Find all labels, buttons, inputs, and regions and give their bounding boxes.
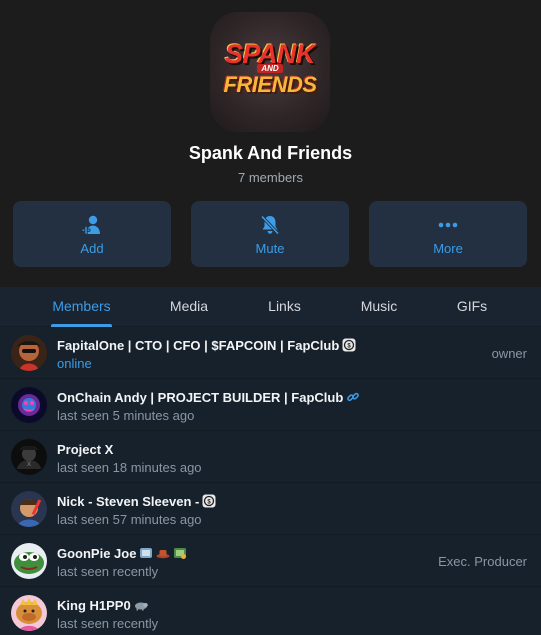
member-row[interactable]: X Project X last seen 18 minutes ago xyxy=(0,431,541,483)
mute-button[interactable]: Mute xyxy=(191,201,349,267)
member-role: owner xyxy=(491,346,527,361)
tab-members[interactable]: Members xyxy=(51,287,112,327)
more-button-label: More xyxy=(433,241,463,256)
member-name: King H1PP0 xyxy=(57,598,148,615)
tab-links[interactable]: Links xyxy=(266,287,303,327)
member-role: Exec. Producer xyxy=(438,554,527,569)
member-name: FapitalOne | CTO | CFO | $FAPCOIN | FapC… xyxy=(57,338,356,355)
hat-badge-icon xyxy=(156,546,170,563)
fapcoin-badge-icon: $ xyxy=(342,338,356,355)
tab-media[interactable]: Media xyxy=(166,287,212,327)
avatar: X xyxy=(11,439,47,475)
group-title: Spank And Friends xyxy=(188,143,353,163)
member-status: last seen 5 minutes ago xyxy=(57,408,195,423)
member-status: online xyxy=(57,356,92,371)
member-name: GoonPie Joe xyxy=(57,546,187,563)
add-button[interactable]: Add xyxy=(13,201,171,267)
tab-gifs[interactable]: GIFs xyxy=(456,287,488,327)
member-status: last seen 18 minutes ago xyxy=(57,460,202,475)
member-status: last seen 57 minutes ago xyxy=(57,512,202,527)
avatar xyxy=(11,335,47,371)
member-row[interactable]: King H1PP0 last seen recently xyxy=(0,587,541,635)
mute-button-label: Mute xyxy=(255,241,285,256)
group-header: SPANK AND FRIENDS Spank And Friends 7 me… xyxy=(0,0,541,287)
tab-music[interactable]: Music xyxy=(358,287,400,327)
svg-text:X: X xyxy=(27,462,31,468)
cash-badge-icon xyxy=(173,546,187,563)
member-row[interactable]: OnChain Andy | PROJECT BUILDER | FapClub… xyxy=(0,379,541,431)
member-list: FapitalOne | CTO | CFO | $FAPCOIN | FapC… xyxy=(0,327,541,635)
avatar xyxy=(11,387,47,423)
avatar xyxy=(11,595,47,631)
tab-bar: Members Media Links Music GIFs xyxy=(0,287,541,327)
member-status: last seen recently xyxy=(57,616,159,631)
avatar xyxy=(11,491,47,527)
link-icon xyxy=(346,390,360,407)
logo-text-friends: FRIENDS xyxy=(223,72,317,97)
member-row[interactable]: Nick - Steven Sleeven - $ last seen 57 mi… xyxy=(0,483,541,535)
member-status: last seen recently xyxy=(57,564,159,579)
hippo-icon xyxy=(134,598,148,615)
add-button-label: Add xyxy=(80,241,104,256)
more-dots-icon xyxy=(369,214,527,236)
more-button[interactable]: More xyxy=(369,201,527,267)
member-row[interactable]: FapitalOne | CTO | CFO | $FAPCOIN | FapC… xyxy=(0,327,541,379)
member-count: 7 members xyxy=(237,170,304,185)
bell-muted-icon xyxy=(191,214,349,236)
fapcoin-badge-icon: $ xyxy=(202,494,216,511)
member-name: OnChain Andy | PROJECT BUILDER | FapClub xyxy=(57,390,360,407)
member-name: Nick - Steven Sleeven - $ xyxy=(57,494,216,511)
member-row[interactable]: GoonPie Joe last seen recently Exec. Pro… xyxy=(0,535,541,587)
avatar xyxy=(11,543,47,579)
member-name: Project X xyxy=(57,442,114,457)
group-logo[interactable]: SPANK AND FRIENDS xyxy=(210,12,330,132)
add-user-icon xyxy=(13,214,171,236)
sticker-badge-icon xyxy=(139,546,153,563)
